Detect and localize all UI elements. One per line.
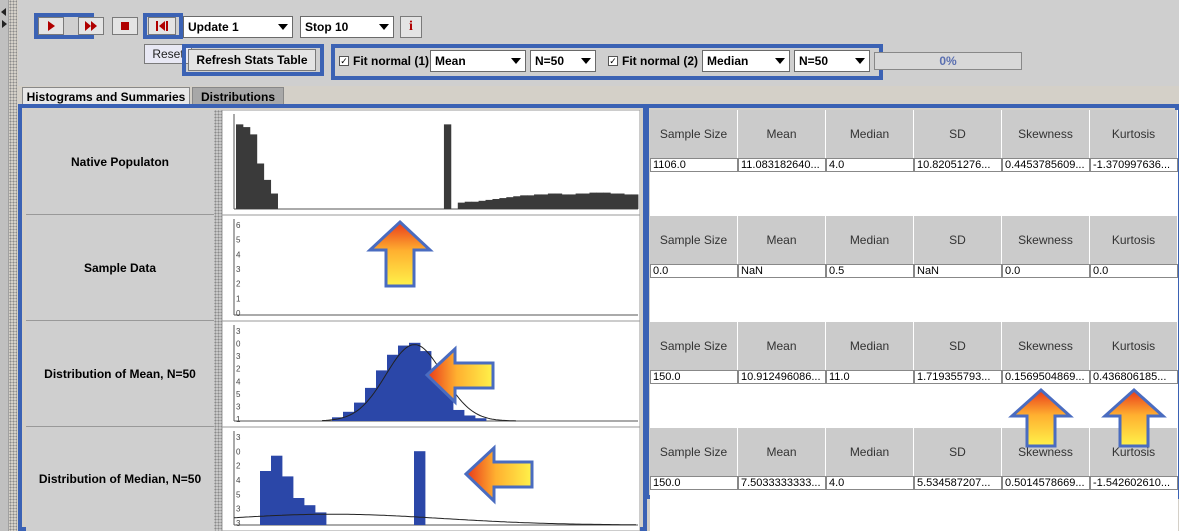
up-arrow-skewness xyxy=(1008,387,1074,448)
up-arrow-kurtosis xyxy=(1101,387,1167,448)
left-arrow-median xyxy=(463,444,534,505)
up-arrow-sample-data xyxy=(366,219,434,288)
highlight-arrows xyxy=(366,219,1167,505)
left-arrow-mean xyxy=(424,345,495,406)
